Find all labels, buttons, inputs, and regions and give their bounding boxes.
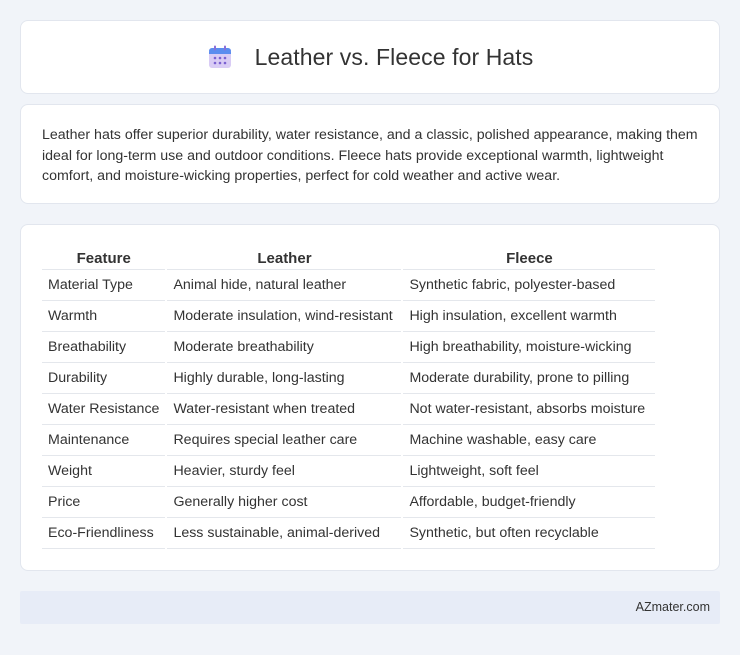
- cell-feature: Breathability: [42, 332, 166, 363]
- table-row: Maintenance Requires special leather car…: [42, 425, 656, 456]
- table-row: Weight Heavier, sturdy feel Lightweight,…: [42, 456, 656, 487]
- cell-fleece: Lightweight, soft feel: [403, 456, 656, 487]
- cell-fleece: Not water-resistant, absorbs moisture: [403, 394, 656, 425]
- header-fleece: Fleece: [403, 247, 656, 270]
- cell-leather: Water-resistant when treated: [167, 394, 402, 425]
- footer-site-link[interactable]: AZmater.com: [636, 600, 710, 614]
- cell-feature: Weight: [42, 456, 166, 487]
- page-title: Leather vs. Fleece for Hats: [254, 43, 534, 70]
- cell-feature: Warmth: [42, 301, 166, 332]
- cell-feature: Eco-Friendliness: [42, 518, 166, 549]
- cell-leather: Moderate breathability: [167, 332, 402, 363]
- title-wrap: Leather vs. Fleece for Hats: [21, 21, 719, 93]
- cell-feature: Durability: [42, 363, 166, 394]
- table-row: Eco-Friendliness Less sustainable, anima…: [42, 518, 656, 549]
- cell-leather: Animal hide, natural leather: [167, 270, 402, 301]
- cell-feature: Material Type: [42, 270, 166, 301]
- cell-fleece: Synthetic fabric, polyester-based: [403, 270, 656, 301]
- table-row: Price Generally higher cost Affordable, …: [42, 487, 656, 518]
- cell-fleece: Machine washable, easy care: [403, 425, 656, 456]
- cell-feature: Price: [42, 487, 166, 518]
- calendar-icon: [207, 44, 233, 70]
- summary-text: Leather hats offer superior durability, …: [42, 127, 698, 184]
- cell-fleece: High insulation, excellent warmth: [403, 301, 656, 332]
- table-row: Warmth Moderate insulation, wind-resista…: [42, 301, 656, 332]
- header-feature: Feature: [42, 247, 166, 270]
- cell-leather: Highly durable, long-lasting: [167, 363, 402, 394]
- table-row: Durability Highly durable, long-lasting …: [42, 363, 656, 394]
- cell-fleece: Moderate durability, prone to pilling: [403, 363, 656, 394]
- table-row: Material Type Animal hide, natural leath…: [42, 270, 656, 301]
- comparison-table: Feature Leather Fleece Material Type Ani…: [42, 247, 656, 549]
- cell-leather: Requires special leather care: [167, 425, 402, 456]
- header-card: Leather vs. Fleece for Hats: [20, 20, 720, 94]
- cell-fleece: Affordable, budget-friendly: [403, 487, 656, 518]
- footer-bar: AZmater.com: [20, 591, 720, 624]
- cell-leather: Less sustainable, animal-derived: [167, 518, 402, 549]
- header-leather: Leather: [167, 247, 402, 270]
- summary-card: Leather hats offer superior durability, …: [20, 104, 720, 204]
- table-row: Water Resistance Water-resistant when tr…: [42, 394, 656, 425]
- cell-fleece: High breathability, moisture-wicking: [403, 332, 656, 363]
- cell-leather: Heavier, sturdy feel: [167, 456, 402, 487]
- table-row: Breathability Moderate breathability Hig…: [42, 332, 656, 363]
- cell-feature: Water Resistance: [42, 394, 166, 425]
- cell-fleece: Synthetic, but often recyclable: [403, 518, 656, 549]
- table-header-row: Feature Leather Fleece: [42, 247, 656, 270]
- cell-leather: Moderate insulation, wind-resistant: [167, 301, 402, 332]
- table-card: Feature Leather Fleece Material Type Ani…: [20, 224, 720, 571]
- cell-leather: Generally higher cost: [167, 487, 402, 518]
- cell-feature: Maintenance: [42, 425, 166, 456]
